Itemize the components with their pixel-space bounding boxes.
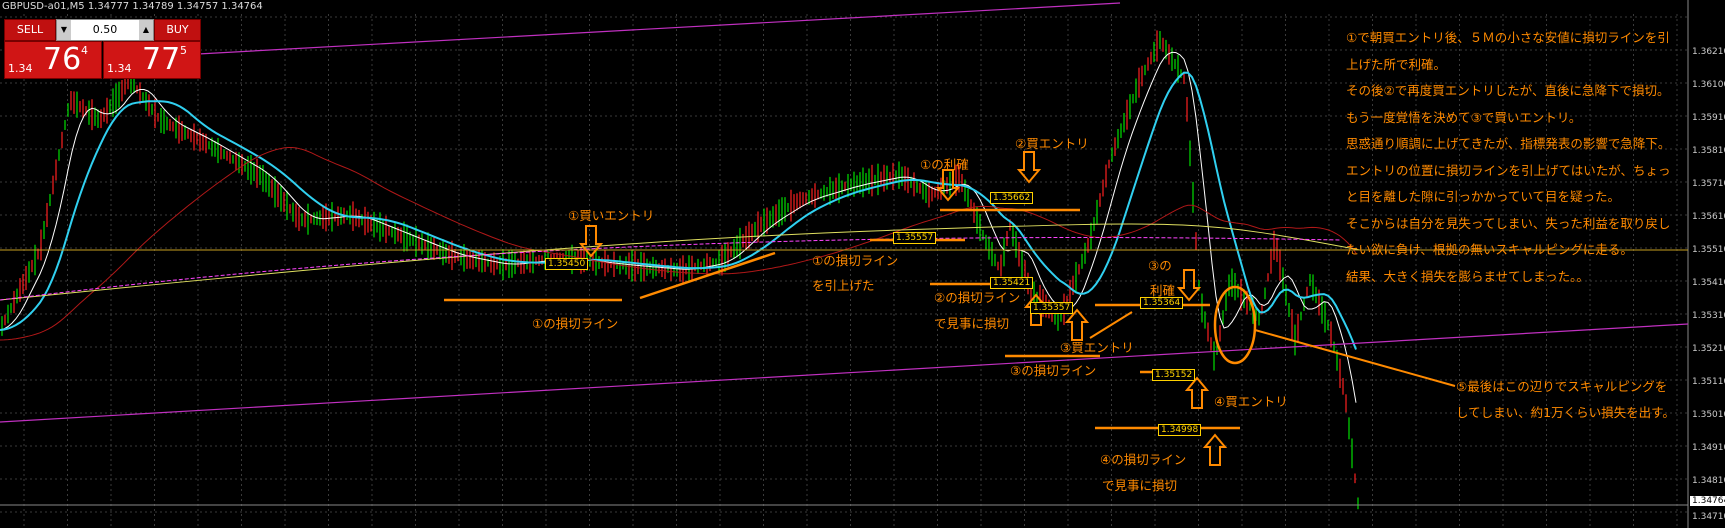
price-label-box: 1.35152 (1152, 369, 1196, 381)
channel-lower-line (0, 323, 1689, 423)
lot-value[interactable]: 0.50 (93, 23, 118, 36)
entry-arrow-icon (1202, 433, 1228, 466)
price-tick: 1.35110 (1692, 377, 1725, 387)
sell-price-prefix: 1.34 (8, 62, 33, 75)
price-tick: 1.36210 (1692, 47, 1725, 57)
annotation-stop-1-raised: ①の損切ライン (812, 253, 899, 268)
annotation-scalping-2: してしまい、約1万くらい損失を出す。 (1456, 405, 1675, 420)
price-tick: 1.35910 (1692, 113, 1725, 123)
price-tick: 1.35310 (1692, 311, 1725, 321)
annotation-entry-4: ④買エントリ (1214, 394, 1288, 409)
annotation-stop-4: ④の損切ライン (1100, 452, 1187, 467)
annotation-take-profit-1: ①の利確 (920, 157, 969, 172)
annotation-entry-2: ②買エントリ (1015, 136, 1089, 151)
price-label-box: 1.34998 (1158, 424, 1202, 436)
price-label-box: 1.35364 (1140, 297, 1184, 309)
buy-price-prefix: 1.34 (107, 62, 132, 75)
annotation-entry-1: ①買いエントリ (568, 208, 655, 223)
current-price-label: 1.34764 (1690, 496, 1725, 506)
lot-increase-icon[interactable]: ▲ (139, 20, 153, 40)
note-line: 思惑通り順調に上げてきたが、指標発表の影響で急降下。 (1346, 136, 1671, 151)
entry-arrow-icon (1184, 376, 1210, 409)
price-label-box: 1.35557 (893, 232, 937, 244)
trade-notes: ①で朝買エントリ後、５Ｍの小さな安値に損切ラインを引上げた所で利確。 その後②で… (1346, 25, 1676, 290)
note-line: エントリの位置に損切ラインを引上げてはいたが、ちょっと目を離した隙に引っかかって… (1346, 162, 1671, 205)
annotation-stop-2-hit: で見事に損切 (934, 316, 1010, 331)
sell-price-box[interactable]: 1.34 76 4 (4, 41, 102, 79)
buy-button[interactable]: BUY (154, 19, 201, 41)
annotation-take-profit-3a: ③の (1148, 258, 1172, 273)
one-click-trading-panel: SELL ▼ 0.50 ▲ BUY 1.34 76 4 1.34 77 5 (4, 19, 201, 79)
lot-size-input[interactable]: ▼ 0.50 ▲ (56, 19, 154, 41)
note-line: そこからは自分を見失ってしまい、失った利益を取り戻したい欲に負け、根拠の無いスキ… (1346, 215, 1671, 258)
annotation-stop-2: ②の損切ライン (934, 290, 1021, 305)
price-tick: 1.34710 (1692, 512, 1725, 522)
annotation-stop-4-hit: で見事に損切 (1102, 478, 1178, 493)
annotation-stop-3: ③の損切ライン (1010, 363, 1097, 378)
annotation-entry-3: ③買エントリ (1060, 340, 1134, 355)
entry-arrow-icon (1016, 151, 1042, 184)
price-label-box: 1.35421 (990, 277, 1034, 289)
buy-price-pips: 77 (142, 42, 181, 77)
price-tick: 1.35510 (1692, 245, 1725, 255)
note-line: その後②で再度買エントリしたが、直後に急降下で損切。 (1346, 83, 1670, 98)
price-tick: 1.35810 (1692, 146, 1725, 156)
price-label-box: 1.35662 (990, 192, 1034, 204)
price-tick: 1.35710 (1692, 179, 1725, 189)
buy-price-box[interactable]: 1.34 77 5 (103, 41, 201, 79)
indicator-lines (0, 51, 1361, 403)
fast-moving-average-line (0, 51, 1357, 403)
price-label-box: 1.35450 (545, 258, 589, 270)
slow-moving-average-line (0, 147, 1357, 341)
annotation-stop-1-raised-2: を引上げた (812, 278, 875, 293)
annotation-stop-1: ①の損切ライン (532, 316, 619, 331)
chart-title: GBPUSD-a01,M5 1.34777 1.34789 1.34757 1.… (2, 1, 263, 12)
price-tick: 1.35010 (1692, 410, 1725, 420)
note-line: もう一度覚悟を決めて③で買いエントリ。 (1346, 109, 1582, 125)
magenta-moving-average-line (0, 237, 1341, 301)
sell-price-fraction: 4 (81, 44, 88, 57)
callout-line (1254, 329, 1456, 387)
sell-button[interactable]: SELL (4, 19, 56, 41)
channel-upper-line (179, 2, 1121, 56)
price-tick: 1.35210 (1692, 344, 1725, 354)
price-tick: 1.35610 (1692, 212, 1725, 222)
sell-price-pips: 76 (43, 42, 82, 77)
lot-decrease-icon[interactable]: ▼ (57, 20, 71, 40)
price-label-box: 1.35357 (1030, 302, 1074, 314)
price-tick: 1.34910 (1692, 443, 1725, 453)
note-line: 結果、大きく損失を膨らませてしまった。。 (1346, 268, 1589, 284)
price-tick: 1.36100 (1692, 80, 1725, 90)
buy-price-fraction: 5 (180, 44, 187, 57)
price-tick: 1.34810 (1692, 476, 1725, 486)
note-line: ①で朝買エントリ後、５Ｍの小さな安値に損切ラインを引上げた所で利確。 (1346, 30, 1670, 72)
annotation-scalping-1: ⑤最後はこの辺りでスキャルピングを (1456, 379, 1668, 394)
take-profit-arrow-icon (1176, 269, 1202, 302)
price-tick: 1.35410 (1692, 278, 1725, 288)
